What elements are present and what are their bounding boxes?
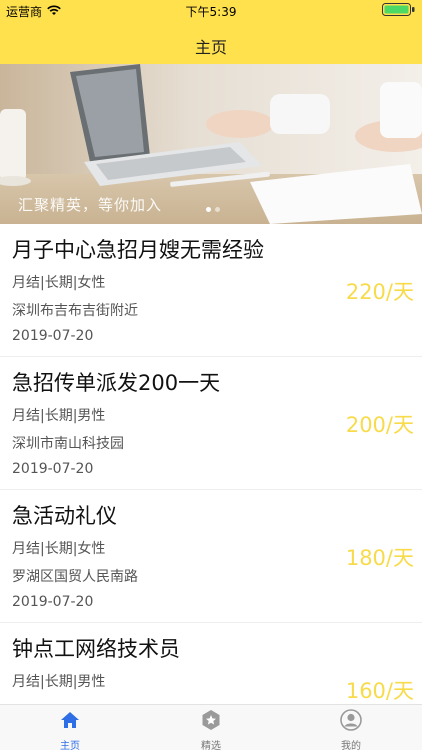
status-time: 下午5:39 — [185, 5, 237, 19]
job-title: 急招传单派发200一天 — [12, 371, 221, 395]
tab-featured[interactable]: 精选 — [171, 709, 251, 750]
tab-home-label: 主页 — [60, 741, 80, 750]
tab-featured-label: 精选 — [201, 741, 221, 750]
home-icon — [61, 712, 79, 728]
page-title: 主页 — [194, 38, 227, 57]
user-icon — [340, 709, 362, 731]
tab-profile-label: 我的 — [341, 741, 361, 750]
app-screen: 运营商 下午5:39 主页 汇聚精英，等你加入 月子中心急招月嫂无需经验 月结|… — [0, 0, 422, 750]
job-card[interactable]: 急招传单派发200一天 月结|长期|男性 深圳市南山科技园 2019-07-20… — [0, 357, 422, 490]
job-salary: 180/天 — [345, 546, 414, 570]
job-card[interactable]: 急活动礼仪 月结|长期|女性 罗湖区国贸人民南路 2019-07-20 180/… — [0, 490, 422, 623]
job-date: 2019-07-20 — [12, 461, 94, 477]
battery-icon — [382, 3, 416, 16]
tab-home[interactable]: 主页 — [30, 709, 110, 750]
job-meta: 月结|长期|女性 — [12, 541, 106, 557]
job-location: 深圳布吉布吉街附近 — [12, 303, 138, 319]
job-salary: 200/天 — [345, 413, 414, 437]
job-salary: 220/天 — [345, 280, 414, 304]
job-meta: 月结|长期|男性 — [12, 674, 106, 690]
tab-profile[interactable]: 我的 — [311, 709, 391, 750]
job-location: 深圳市南山科技园 — [12, 436, 124, 452]
carousel-dot — [215, 207, 220, 212]
banner-carousel[interactable]: 汇聚精英，等你加入 — [0, 64, 422, 224]
job-card[interactable]: 钟点工网络技术员 月结|长期|男性 160/天 — [0, 623, 422, 704]
banner-caption: 汇聚精英，等你加入 — [18, 196, 163, 214]
job-title: 月子中心急招月嫂无需经验 — [12, 238, 264, 262]
job-salary: 160/天 — [345, 679, 414, 703]
carousel-dot-active — [206, 207, 211, 212]
star-badge-icon — [202, 710, 220, 730]
job-location: 罗湖区国贸人民南路 — [12, 569, 138, 585]
job-meta: 月结|长期|女性 — [12, 275, 106, 291]
job-list[interactable]: 月子中心急招月嫂无需经验 月结|长期|女性 深圳布吉布吉街附近 2019-07-… — [0, 224, 422, 704]
job-card[interactable]: 月子中心急招月嫂无需经验 月结|长期|女性 深圳布吉布吉街附近 2019-07-… — [0, 224, 422, 357]
tab-bar: 主页 精选 我的 — [0, 704, 422, 750]
job-meta: 月结|长期|男性 — [12, 408, 106, 424]
status-bar: 运营商 下午5:39 — [0, 0, 422, 22]
job-title: 急活动礼仪 — [12, 504, 117, 528]
job-title: 钟点工网络技术员 — [12, 637, 180, 661]
carousel-indicator — [206, 207, 220, 212]
job-date: 2019-07-20 — [12, 328, 94, 344]
job-date: 2019-07-20 — [12, 594, 94, 610]
header: 运营商 下午5:39 主页 — [0, 0, 422, 64]
